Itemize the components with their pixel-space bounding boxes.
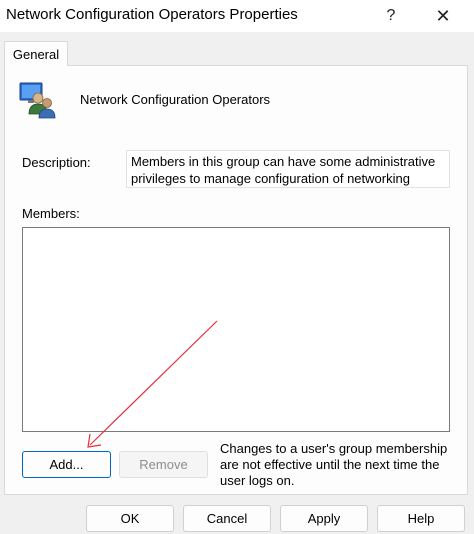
apply-button[interactable]: Apply (280, 505, 368, 532)
close-icon[interactable]: ✕ (420, 0, 466, 32)
note-line: are not effective until the next time th… (220, 457, 440, 472)
users-group-icon (18, 80, 58, 120)
group-name: Network Configuration Operators (80, 92, 271, 107)
note-line: user logs on. (220, 473, 295, 488)
description-field[interactable]: Members in this group can have some admi… (126, 150, 450, 188)
members-list[interactable] (22, 227, 450, 432)
tab-general-label: General (12, 46, 60, 62)
remove-button[interactable]: Remove (119, 451, 208, 478)
tab-general[interactable]: General (4, 41, 68, 66)
add-button[interactable]: Add... (22, 451, 111, 478)
description-label: Description: (22, 155, 91, 170)
note-line: Changes to a user's group membership (220, 441, 448, 456)
description-line: Members in this group can have some admi… (131, 154, 436, 169)
help-button[interactable]: Help (377, 505, 465, 532)
ok-button[interactable]: OK (86, 505, 174, 532)
cancel-button[interactable]: Cancel (183, 505, 271, 532)
description-line: privileges to manage configuration of ne… (131, 171, 410, 186)
membership-note: Changes to a user's group membership are… (220, 441, 460, 489)
window-title: Network Configuration Operators Properti… (6, 6, 298, 23)
help-icon[interactable]: ? (368, 0, 414, 32)
members-label: Members: (22, 206, 80, 221)
title-bar: Network Configuration Operators Properti… (0, 0, 474, 32)
